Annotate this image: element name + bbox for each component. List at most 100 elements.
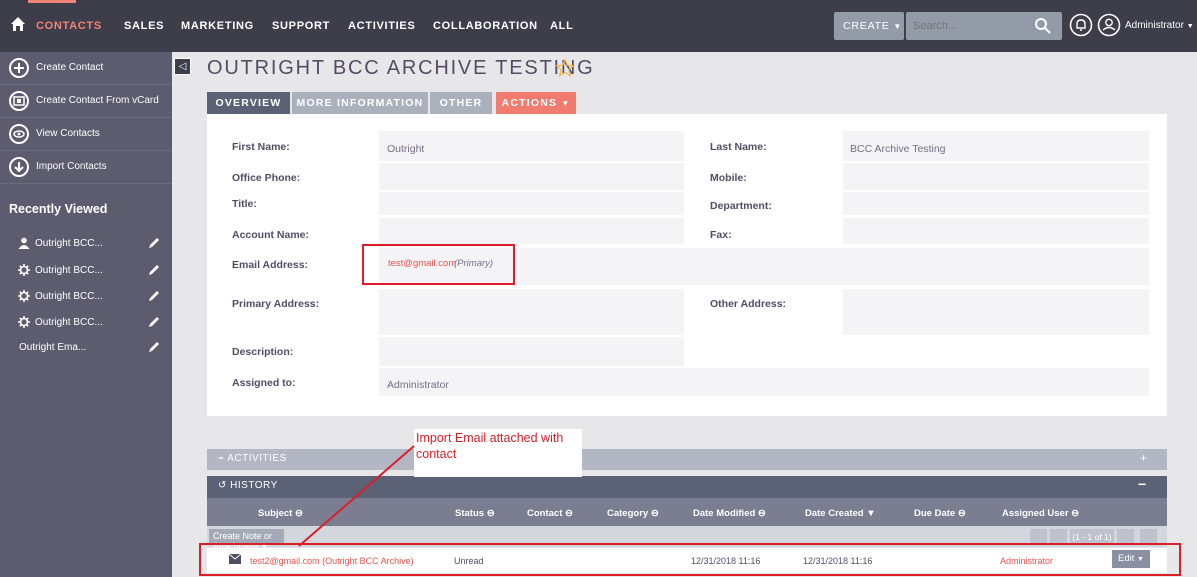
tab-overview[interactable]: OVERVIEW xyxy=(207,92,290,114)
recent-item[interactable]: Outright BCC... xyxy=(0,259,172,285)
column-header-subject[interactable]: Subject ⊖ xyxy=(258,508,303,519)
other-address-field xyxy=(843,289,1149,335)
column-label: Date Created xyxy=(805,508,864,519)
recent-item-label: Outright BCC... xyxy=(35,265,103,276)
last-name-label: Last Name: xyxy=(710,141,767,153)
create-button[interactable]: CREATE ▼ xyxy=(834,12,904,40)
page-title: OUTRIGHT BCC ARCHIVE TESTING xyxy=(207,57,595,79)
column-label: Category xyxy=(607,508,649,519)
annotation-text: Import Email attached with contact xyxy=(416,431,564,461)
nav-all[interactable]: ALL xyxy=(550,20,573,32)
tab-other[interactable]: OTHER xyxy=(430,92,492,114)
sort-icon: ⊖ xyxy=(757,508,766,519)
collapse-sidebar-button[interactable]: ◁ xyxy=(174,58,191,75)
description-label: Description: xyxy=(232,346,294,358)
first-name-field xyxy=(379,131,684,161)
recent-item[interactable]: Outright BCC... xyxy=(0,232,172,258)
column-label: Assigned User xyxy=(1002,508,1069,519)
fax-label: Fax: xyxy=(710,229,732,241)
column-header-date-created[interactable]: Date Created ▼ xyxy=(805,508,876,519)
pencil-icon[interactable] xyxy=(147,289,161,303)
column-header-due-date[interactable]: Due Date ⊖ xyxy=(914,508,966,519)
pencil-icon[interactable] xyxy=(147,263,161,277)
activities-title: ⌁ ACTIVITIES xyxy=(218,453,287,464)
caret-down-icon: ▼ xyxy=(893,22,903,31)
mobile-field xyxy=(843,163,1149,190)
recent-item[interactable]: Outright BCC... xyxy=(0,285,172,311)
pencil-icon[interactable] xyxy=(147,340,161,354)
gear-icon xyxy=(18,290,30,302)
column-header-status[interactable]: Status ⊖ xyxy=(455,508,495,519)
pencil-icon[interactable] xyxy=(147,236,161,250)
sidebar-view-contacts[interactable]: View Contacts xyxy=(0,118,172,151)
mobile-label: Mobile: xyxy=(710,172,747,184)
account-name-field xyxy=(379,218,684,244)
recent-item-label: Outright Ema... xyxy=(19,342,87,353)
tab-more-information[interactable]: MORE INFORMATION xyxy=(292,92,428,114)
collapse-minus-icon[interactable]: − xyxy=(1138,476,1146,492)
row-highlight-annotation xyxy=(199,543,1181,576)
activities-icon: ⌁ xyxy=(218,453,225,464)
nav-contacts[interactable]: CONTACTS xyxy=(36,20,102,32)
assigned-to-field xyxy=(379,368,1149,396)
create-label: CREATE xyxy=(843,20,890,32)
import-icon xyxy=(9,157,29,177)
sort-icon: ⊖ xyxy=(957,508,966,519)
nav-activities[interactable]: ACTIVITIES xyxy=(348,20,416,32)
office-phone-field xyxy=(379,163,684,190)
person-icon xyxy=(18,237,30,249)
recently-viewed-title: Recently Viewed xyxy=(9,202,108,216)
sort-icon: ⊖ xyxy=(565,508,573,519)
history-subpanel-header[interactable] xyxy=(207,476,1167,498)
recent-item-label: Outright BCC... xyxy=(35,291,103,302)
nav-sales[interactable]: SALES xyxy=(124,20,164,32)
sidebar-create-contact[interactable]: Create Contact xyxy=(0,52,172,85)
fax-field xyxy=(843,218,1149,244)
activities-subpanel-header[interactable] xyxy=(207,449,1167,470)
user-avatar-icon[interactable] xyxy=(1097,13,1121,37)
title-field xyxy=(379,192,684,215)
department-field xyxy=(843,192,1149,215)
email-label: Email Address: xyxy=(232,259,309,271)
column-header-contact[interactable]: Contact ⊖ xyxy=(527,508,573,519)
column-header-assigned-user[interactable]: Assigned User ⊖ xyxy=(1002,508,1079,519)
recent-item[interactable]: Outright Ema... xyxy=(0,336,172,362)
favorite-star-icon[interactable] xyxy=(555,58,575,78)
chevron-left-icon: ◁ xyxy=(178,61,187,72)
plus-icon xyxy=(9,58,29,78)
recent-item[interactable]: Outright BCC... xyxy=(0,311,172,337)
home-icon[interactable] xyxy=(10,16,26,32)
notification-bell-icon[interactable] xyxy=(1069,13,1093,37)
other-address-label: Other Address: xyxy=(710,298,787,310)
last-name-value: BCC Archive Testing xyxy=(850,143,946,155)
caret-down-icon: ▼ xyxy=(1186,23,1194,30)
nav-collaboration[interactable]: COLLABORATION xyxy=(433,20,538,32)
expand-plus-icon[interactable]: + xyxy=(1140,451,1147,465)
pencil-icon[interactable] xyxy=(147,315,161,329)
caret-down-icon: ▼ xyxy=(561,99,571,108)
actions-label: ACTIONS xyxy=(501,97,558,109)
vcard-icon xyxy=(9,91,29,111)
gear-icon xyxy=(18,316,30,328)
column-label: Due Date xyxy=(914,508,956,519)
first-name-value: Outright xyxy=(387,143,425,155)
sidebar-action-label: Import Contacts xyxy=(36,161,107,172)
sidebar-import-contacts[interactable]: Import Contacts xyxy=(0,151,172,184)
first-name-label: First Name: xyxy=(232,141,290,153)
user-name: Administrator xyxy=(1125,20,1184,31)
column-header-date-modified[interactable]: Date Modified ⊖ xyxy=(693,508,766,519)
activities-label: ACTIVITIES xyxy=(227,453,287,464)
column-header-category[interactable]: Category ⊖ xyxy=(607,508,659,519)
tab-actions[interactable]: ACTIONS ▼ xyxy=(496,92,576,114)
assigned-to-label: Assigned to: xyxy=(232,377,296,389)
search-icon[interactable] xyxy=(1034,17,1052,35)
user-menu[interactable]: Administrator ▼ xyxy=(1125,20,1194,31)
history-label: HISTORY xyxy=(230,480,278,491)
nav-marketing[interactable]: MARKETING xyxy=(181,20,254,32)
account-name-label: Account Name: xyxy=(232,229,310,241)
recent-item-label: Outright BCC... xyxy=(35,317,103,328)
nav-support[interactable]: SUPPORT xyxy=(272,20,330,32)
sidebar-create-contact-vcard[interactable]: Create Contact From vCard xyxy=(0,85,172,118)
column-label: Date Modified xyxy=(693,508,756,519)
sort-icon: ⊖ xyxy=(650,508,659,519)
